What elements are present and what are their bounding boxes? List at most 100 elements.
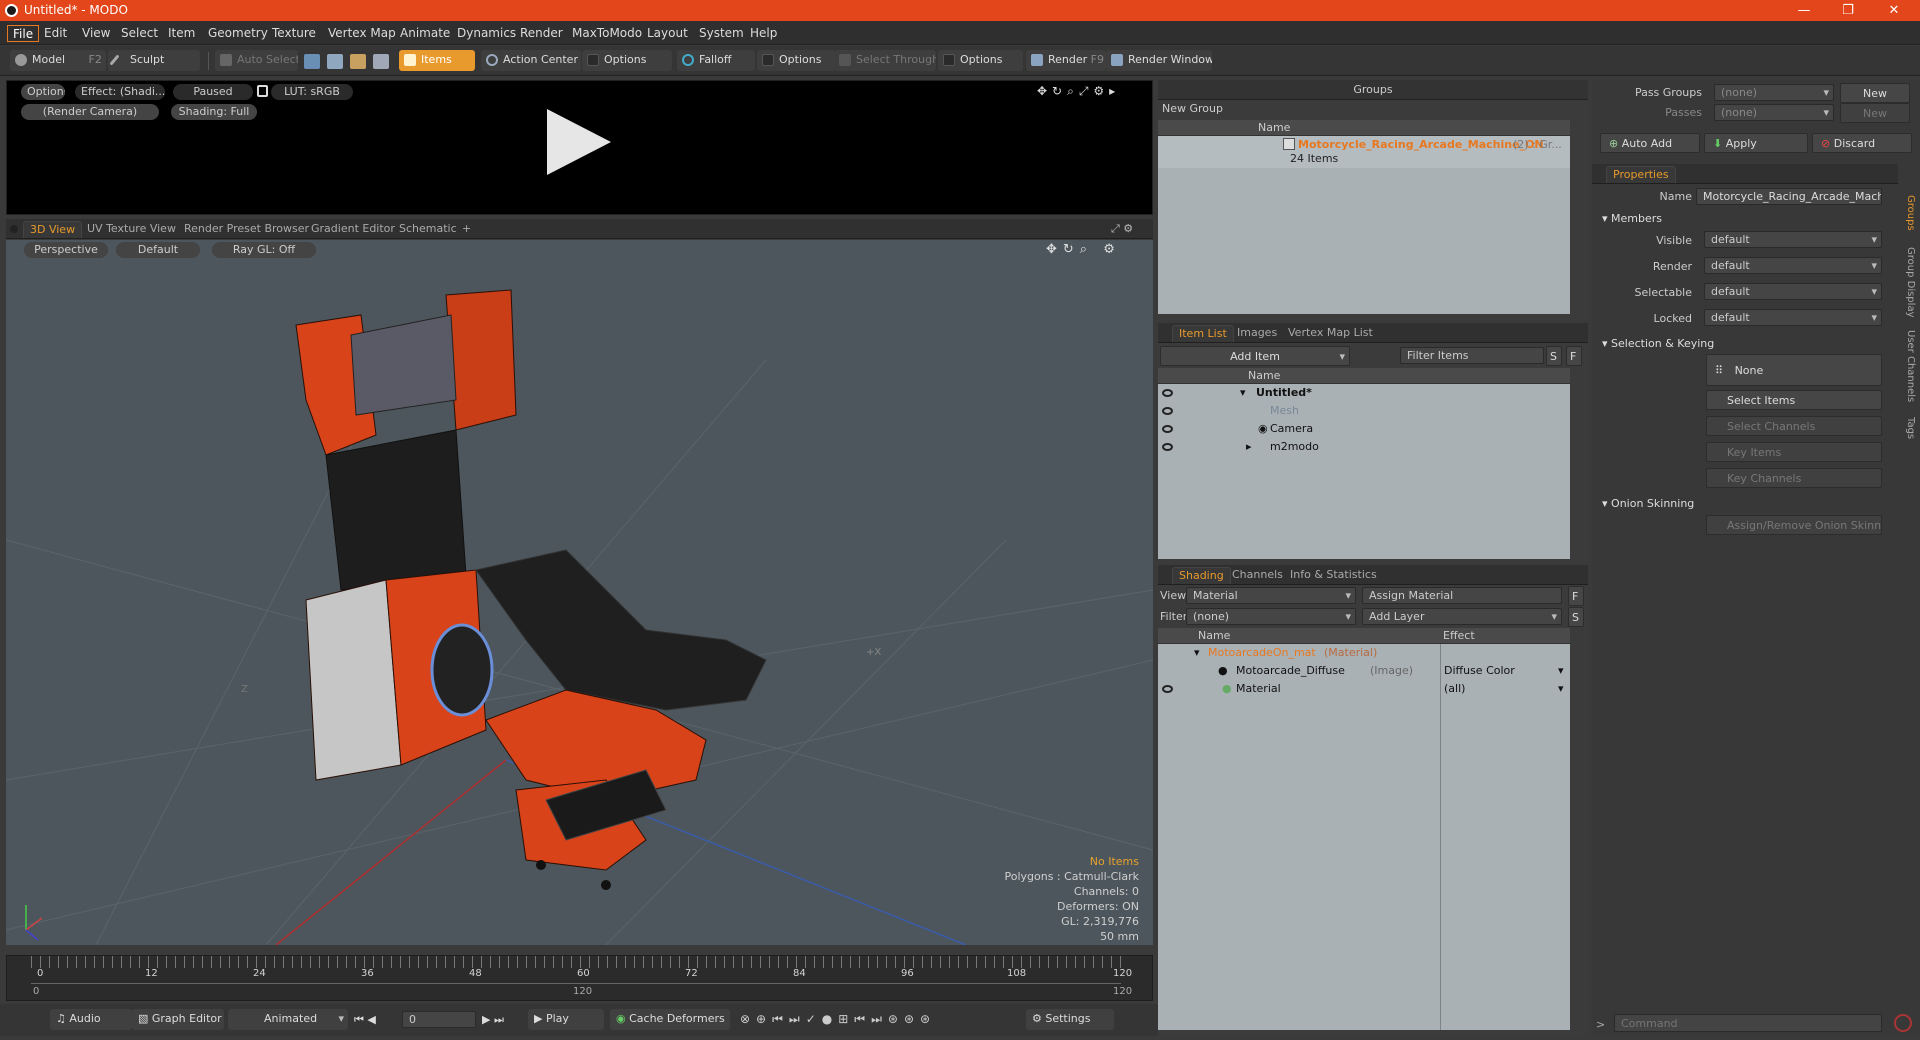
side-tab-group-display[interactable]: Group Display <box>1900 242 1916 322</box>
transport-forward-icons[interactable]: ▶ ⏭ <box>482 1013 504 1027</box>
menu-select[interactable]: Select <box>116 25 163 42</box>
assign-onion-button[interactable]: Assign/Remove Onion Skinning <box>1706 515 1882 535</box>
menu-texture[interactable]: Texture <box>267 25 321 42</box>
transport-back-icons[interactable]: ⏮ ◀ <box>354 1013 376 1027</box>
effect-dropdown-arrow-icon[interactable]: ▾ <box>1558 680 1564 697</box>
add-item-dropdown[interactable]: Add Item <box>1160 346 1350 366</box>
filter-f-button[interactable]: F <box>1566 346 1582 366</box>
panel-menu-icon[interactable] <box>10 225 18 233</box>
timeline-range-bar[interactable] <box>31 983 1121 984</box>
groups-list[interactable]: Motorcycle_Racing_Arcade_Machine_ON (2) … <box>1158 136 1570 314</box>
none-button[interactable]: ⠿ None <box>1706 354 1882 386</box>
tab-vertex-map-list[interactable]: Vertex Map List <box>1282 325 1379 342</box>
close-button[interactable]: ✕ <box>1872 0 1916 21</box>
expand-arrow-icon[interactable]: ▸ <box>1246 438 1252 455</box>
filter-dropdown[interactable]: (none) <box>1186 608 1356 625</box>
menu-help[interactable]: Help <box>745 25 782 42</box>
menu-layout[interactable]: Layout <box>642 25 693 42</box>
filter-items-input[interactable]: Filter Items <box>1400 347 1544 364</box>
shader-row-material[interactable]: ● Material (all) ▾ <box>1158 680 1570 698</box>
menu-dynamics[interactable]: Dynamics <box>452 25 521 42</box>
tab-gradient-editor[interactable]: Gradient Editor <box>305 221 401 238</box>
timeline[interactable]: 0 12 24 36 48 60 72 84 96 108 120 0 120 … <box>6 955 1153 1001</box>
menu-system[interactable]: System <box>694 25 749 42</box>
action-center-options-button[interactable]: Options <box>582 50 672 71</box>
shading-f-button[interactable]: F <box>1568 586 1584 606</box>
shader-tree[interactable]: ▾ MotoarcadeOn_mat (Material) ● Motoarcade_… <box>1158 644 1570 1030</box>
graph-editor-button[interactable]: ▧ Graph Editor <box>132 1009 224 1030</box>
visibility-eye-icon[interactable] <box>1162 685 1173 693</box>
item-row-scene[interactable]: ▾ Untitled* <box>1158 384 1570 402</box>
preview-effect-dropdown[interactable]: Effect: (Shadi... <box>75 84 165 100</box>
play-button[interactable]: ▶ Play <box>528 1009 604 1030</box>
tab-uv-texture-view[interactable]: UV Texture View <box>81 221 182 238</box>
model-mode-button[interactable]: Model F2 <box>10 50 106 71</box>
preview-shading-dropdown[interactable]: Shading: Full <box>171 104 257 120</box>
add-layer-dropdown[interactable]: Add Layer <box>1362 608 1562 625</box>
3d-viewport[interactable]: Perspective Default Ray GL: Off ✥↻⌕ ⚙ Z … <box>6 240 1153 945</box>
new-pass-button[interactable]: New <box>1840 103 1910 123</box>
animated-dropdown[interactable]: Animated <box>228 1009 348 1030</box>
side-tab-groups[interactable]: Groups <box>1900 188 1916 238</box>
visible-dropdown[interactable]: default <box>1704 231 1882 248</box>
select-through-options-button[interactable]: Options <box>938 50 1023 71</box>
menu-vertex-map[interactable]: Vertex Map <box>323 25 401 42</box>
select-items-button[interactable]: Select Items <box>1706 390 1882 410</box>
maximize-button[interactable]: ❐ <box>1826 0 1870 21</box>
key-items-button[interactable]: Key Items <box>1706 442 1882 462</box>
assign-material-button[interactable]: Assign Material <box>1362 587 1562 604</box>
menu-edit[interactable]: Edit <box>39 25 72 42</box>
play-icon[interactable] <box>547 109 611 175</box>
falloff-options-button[interactable]: Options <box>757 50 835 71</box>
visibility-eye-icon[interactable] <box>1162 389 1173 397</box>
items-mode-button[interactable]: Items <box>399 50 475 71</box>
side-tab-user-channels[interactable]: User Channels <box>1900 326 1916 406</box>
edges-select-icon[interactable] <box>327 54 343 69</box>
render-window-button[interactable]: Render Window <box>1106 50 1212 71</box>
select-channels-button[interactable]: Select Channels <box>1706 416 1882 436</box>
visibility-eye-icon[interactable] <box>1162 407 1173 415</box>
preview-paused-toggle[interactable]: Paused <box>173 84 253 100</box>
scene-canvas[interactable]: Z +X <box>6 240 1153 945</box>
falloff-button[interactable]: Falloff <box>677 50 755 71</box>
add-tab-button[interactable]: + <box>456 221 477 238</box>
members-section[interactable]: ▾ Members <box>1602 211 1662 227</box>
tab-schematic[interactable]: Schematic <box>393 221 463 238</box>
discard-button[interactable]: ⊘ Discard <box>1812 133 1912 153</box>
side-tab-tags[interactable]: Tags <box>1900 410 1916 446</box>
new-group-button[interactable]: New Group <box>1162 102 1223 115</box>
selection-keying-section[interactable]: ▾ Selection & Keying <box>1602 336 1714 352</box>
item-row-mesh[interactable]: Mesh <box>1158 402 1570 420</box>
record-icon[interactable] <box>1894 1014 1912 1032</box>
tab-3d-view[interactable]: 3D View <box>23 221 83 238</box>
tab-render-preset-browser[interactable]: Render Preset Browser <box>178 221 315 238</box>
shader-row-material-group[interactable]: ▾ MotoarcadeOn_mat (Material) <box>1158 644 1570 662</box>
filter-s-button[interactable]: S <box>1546 346 1562 366</box>
command-input[interactable] <box>1614 1014 1882 1032</box>
shader-row-diffuse[interactable]: ● Motoarcade_Diffuse (Image) Diffuse Color ▾ <box>1158 662 1570 680</box>
lock-icon[interactable] <box>257 85 268 97</box>
key-channels-button[interactable]: Key Channels <box>1706 468 1882 488</box>
menu-animate[interactable]: Animate <box>395 25 455 42</box>
group-row[interactable]: Motorcycle_Racing_Arcade_Machine_ON (2) … <box>1158 136 1570 168</box>
select-through-button[interactable]: Select Through <box>834 50 936 71</box>
selectable-dropdown[interactable]: default <box>1704 283 1882 300</box>
locked-dropdown[interactable]: default <box>1704 309 1882 326</box>
materials-select-icon[interactable] <box>373 54 389 69</box>
visibility-eye-icon[interactable] <box>1162 425 1173 433</box>
minimize-button[interactable]: — <box>1782 0 1826 21</box>
onion-skinning-section[interactable]: ▾ Onion Skinning <box>1602 496 1694 512</box>
key-tool-icons[interactable]: ⊗⊕⏮⏭✓●⊞⏮⏭⊛⊛⊛ <box>740 1012 936 1027</box>
menu-geometry[interactable]: Geometry <box>203 25 273 42</box>
render-button[interactable]: Render F9 <box>1026 50 1106 71</box>
preview-lut-dropdown[interactable]: LUT: sRGB <box>271 84 353 100</box>
visibility-eye-icon[interactable] <box>1162 443 1173 451</box>
menu-item[interactable]: Item <box>163 25 200 42</box>
render-preview-panel[interactable]: Options Effect: (Shadi... Paused LUT: sR… <box>6 80 1153 215</box>
preview-nav-icons[interactable]: ✥↻⌕⤢⚙▸ <box>1037 84 1147 98</box>
item-row-camera[interactable]: ◉ Camera <box>1158 420 1570 438</box>
cache-deformers-button[interactable]: ◉ Cache Deformers <box>610 1009 730 1030</box>
expand-arrow-icon[interactable]: ▾ <box>1194 644 1200 661</box>
expand-arrow-icon[interactable]: ▾ <box>1240 384 1246 401</box>
tab-channels[interactable]: Channels <box>1226 567 1289 584</box>
